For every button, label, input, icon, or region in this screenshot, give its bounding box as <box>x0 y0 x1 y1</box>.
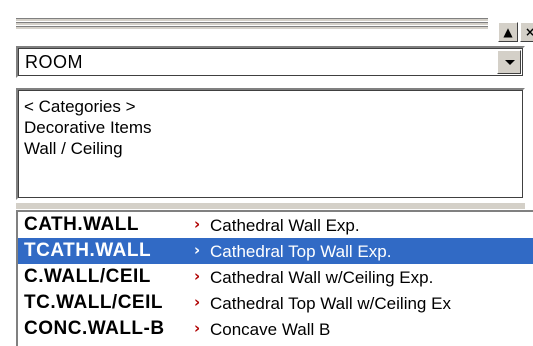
items-list[interactable]: CATH.WALL › Cathedral Wall Exp. TCATH.WA… <box>16 210 533 346</box>
item-code: TCATH.WALL <box>24 240 152 261</box>
item-description: Cathedral Wall Exp. <box>210 216 360 235</box>
list-item-selected[interactable]: TCATH.WALL › Cathedral Top Wall Exp. <box>18 238 533 264</box>
chevron-right-icon: › <box>194 241 201 259</box>
item-description: Cathedral Top Wall w/Ceiling Ex <box>210 294 451 313</box>
room-category-dropdown[interactable]: ROOM <box>16 46 525 78</box>
category-item[interactable]: Wall / Ceiling <box>24 138 517 159</box>
grip-line <box>16 26 488 30</box>
chevron-right-icon: › <box>194 319 201 337</box>
item-code: TC.WALL/CEIL <box>24 292 163 313</box>
close-button[interactable]: × <box>520 22 533 42</box>
list-item[interactable]: TC.WALL/CEIL › Cathedral Top Wall w/Ceil… <box>18 290 533 316</box>
item-description: Concave Wall B <box>210 320 331 339</box>
categories-list[interactable]: < Categories > Decorative Items Wall / C… <box>16 88 525 200</box>
panel-title-bar[interactable]: ▲ × <box>16 12 533 42</box>
item-code: CONC.WALL-B <box>24 318 165 339</box>
dropdown-selected-value: ROOM <box>25 52 83 72</box>
close-icon: × <box>524 25 533 39</box>
scroll-up-icon: ▲ <box>503 25 513 39</box>
item-picker-panel: ▲ × ROOM < Categories > Decorative Items… <box>0 0 533 346</box>
category-item[interactable]: < Categories > <box>24 96 517 117</box>
item-code: C.WALL/CEIL <box>24 266 151 287</box>
scroll-up-button[interactable]: ▲ <box>498 22 518 42</box>
chevron-right-icon: › <box>194 293 201 311</box>
category-item[interactable]: Decorative Items <box>24 117 517 138</box>
list-splitter[interactable] <box>16 203 525 209</box>
item-code: CATH.WALL <box>24 214 139 235</box>
dropdown-button[interactable] <box>497 50 521 74</box>
chevron-down-icon <box>505 60 515 65</box>
list-item[interactable]: CATH.WALL › Cathedral Wall Exp. <box>18 212 533 238</box>
chevron-right-icon: › <box>194 215 201 233</box>
list-item[interactable]: C.WALL/CEIL › Cathedral Wall w/Ceiling E… <box>18 264 533 290</box>
item-description: Cathedral Wall w/Ceiling Exp. <box>210 268 434 287</box>
item-description: Cathedral Top Wall Exp. <box>210 242 392 261</box>
chevron-right-icon: › <box>194 267 201 285</box>
list-item[interactable]: CONC.WALL-B › Concave Wall B <box>18 316 533 342</box>
